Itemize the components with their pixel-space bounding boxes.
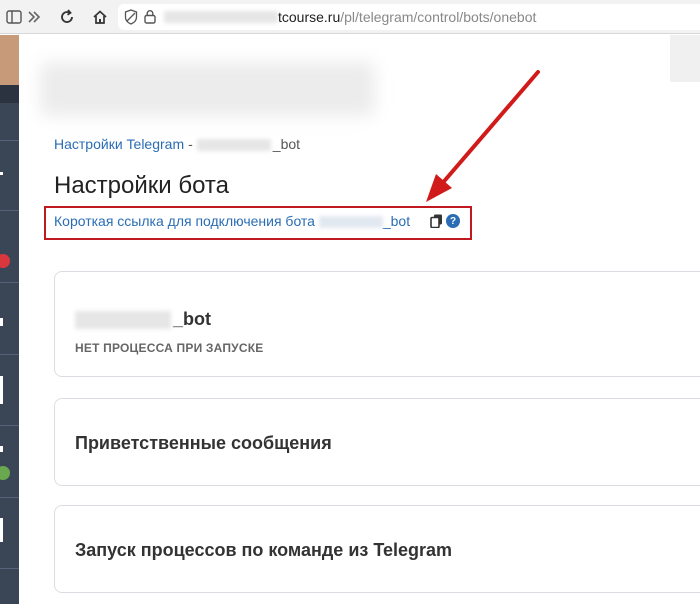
- sidebar-divider: [0, 354, 19, 355]
- sidebar-toggle-icon[interactable]: [4, 7, 24, 27]
- bot-card-title: _bot: [75, 309, 211, 330]
- command-processes-title: Запуск процессов по команде из Telegram: [75, 540, 453, 560]
- url-path: /pl/telegram/control/bots/onebot: [340, 9, 537, 25]
- bot-card-name: _bot: [173, 309, 211, 329]
- breadcrumb-separator: -: [188, 136, 193, 152]
- home-icon[interactable]: [90, 7, 110, 27]
- url-text[interactable]: tcourse.ru/pl/telegram/control/bots/oneb…: [278, 9, 536, 25]
- help-icon[interactable]: ?: [446, 214, 460, 228]
- bot-short-link[interactable]: Короткая ссылка для подключения бота _bo…: [54, 213, 410, 229]
- forward-icon[interactable]: [24, 7, 44, 27]
- page-title: Настройки бота: [54, 172, 229, 199]
- avatar[interactable]: [0, 35, 19, 103]
- redacted-bot-name: [196, 139, 271, 152]
- breadcrumb: Настройки Telegram - _bot: [54, 136, 300, 152]
- breadcrumb-telegram-settings-link[interactable]: Настройки Telegram: [54, 136, 184, 152]
- redacted-bot-name: [75, 311, 171, 330]
- sidebar-item-icon[interactable]: [0, 446, 3, 452]
- short-link-bot-name: _bot: [382, 213, 411, 229]
- welcome-messages-title: Приветственные сообщения: [75, 433, 332, 453]
- redacted-domain-prefix: [164, 11, 278, 23]
- redacted-bot-name: [318, 216, 383, 229]
- bot-card-status: НЕТ ПРОЦЕССА ПРИ ЗАПУСКЕ: [75, 341, 264, 355]
- welcome-messages-card[interactable]: Приветственные сообщения: [54, 398, 700, 486]
- sidebar-divider: [0, 140, 19, 141]
- sidebar-divider: [0, 568, 19, 569]
- sidebar-divider: [0, 210, 19, 211]
- browser-toolbar: tcourse.ru/pl/telegram/control/bots/oneb…: [0, 0, 700, 34]
- bot-card[interactable]: _bot НЕТ ПРОЦЕССА ПРИ ЗАПУСКЕ: [54, 271, 700, 377]
- redacted-header: [40, 62, 375, 116]
- sidebar-divider: [0, 497, 19, 498]
- url-domain: tcourse.ru: [278, 9, 341, 25]
- sidebar-divider: [0, 425, 19, 426]
- address-bar[interactable]: tcourse.ru/pl/telegram/control/bots/oneb…: [118, 4, 700, 30]
- lock-icon: [144, 9, 156, 29]
- sidebar-item-icon[interactable]: [0, 376, 3, 404]
- reload-icon[interactable]: [57, 7, 77, 27]
- sidebar-item-icon[interactable]: [0, 172, 3, 175]
- sidebar-item-icon[interactable]: [0, 518, 3, 542]
- copy-icon[interactable]: [430, 214, 443, 229]
- sidebar-divider: [0, 282, 19, 283]
- short-link-label: Короткая ссылка для подключения бота: [54, 213, 315, 229]
- tracking-shield-icon[interactable]: [124, 9, 138, 30]
- command-processes-card[interactable]: Запуск процессов по команде из Telegram: [54, 505, 700, 593]
- breadcrumb-bot-name: _bot: [272, 136, 301, 152]
- sidebar-item-icon[interactable]: [0, 318, 3, 326]
- header-side-panel: [670, 35, 700, 82]
